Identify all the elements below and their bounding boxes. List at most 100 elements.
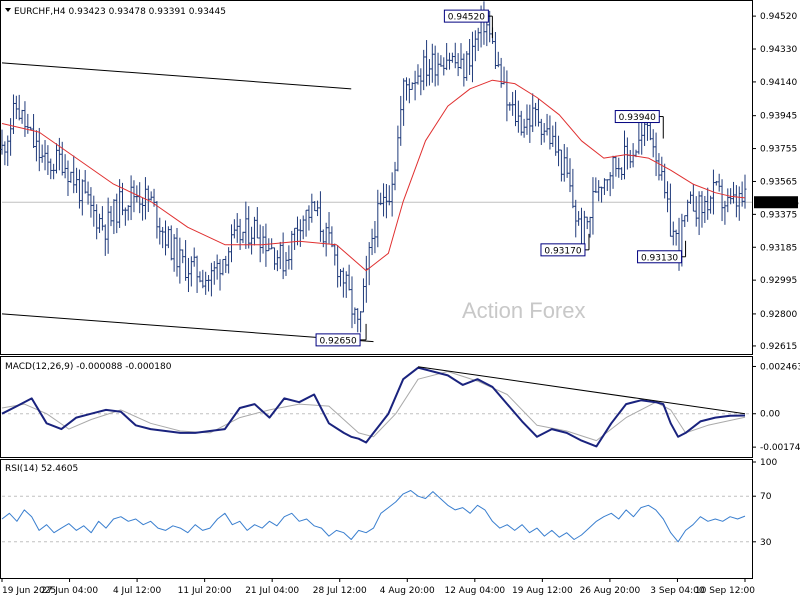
price-bar <box>172 234 176 272</box>
price-bar <box>651 129 655 158</box>
price-bar <box>726 188 730 213</box>
price-layer: 0.94520 0.93940 0.93170 0.93130 0.92650 <box>0 1 752 347</box>
price-bar <box>568 158 572 193</box>
price-bar <box>611 155 615 189</box>
rsi-line <box>1 490 746 543</box>
price-bar <box>410 82 414 90</box>
price-bar <box>336 245 340 288</box>
price-bar <box>734 185 738 218</box>
price-bar <box>198 271 202 283</box>
price-bar <box>548 115 552 150</box>
price-bar <box>169 225 173 261</box>
price-bar <box>221 258 225 276</box>
price-bar <box>290 230 294 270</box>
annotation-label: 0.92650 <box>319 336 356 346</box>
price-bar <box>373 221 377 254</box>
price-bar <box>703 195 707 224</box>
price-bar <box>333 243 337 266</box>
price-bar <box>582 210 586 248</box>
price-bar <box>600 186 604 203</box>
price-bar <box>706 187 710 220</box>
price-bar <box>224 255 228 273</box>
price-bar <box>465 51 469 81</box>
price-axis-tick-label: 0.93565 <box>760 177 797 187</box>
macd-axis-tick-label: 0.00 <box>760 410 780 420</box>
price-bar <box>98 213 102 233</box>
dropdown-arrow-icon[interactable] <box>5 8 11 12</box>
price-bar <box>379 192 383 206</box>
price-bar <box>399 95 403 146</box>
price-bar <box>620 167 624 180</box>
price-bar <box>232 219 236 239</box>
price-bar <box>439 55 443 67</box>
price-bar <box>353 307 357 325</box>
price-bar <box>52 163 56 180</box>
price-bar <box>476 27 480 52</box>
price-bar <box>26 113 30 134</box>
price-bar <box>628 150 632 169</box>
price-bar <box>442 57 446 76</box>
price-bar <box>614 155 618 177</box>
x-axis-label: 26 Aug 20:00 <box>580 586 641 596</box>
price-bar <box>123 207 127 226</box>
price-bar <box>559 149 563 182</box>
price-bar <box>238 218 242 250</box>
price-bar <box>11 94 15 134</box>
price-bar <box>660 156 664 181</box>
price-bar <box>433 45 437 87</box>
price-annotation: 0.92650 <box>315 323 367 347</box>
rsi-axis-tick-label: 100 <box>760 458 777 468</box>
price-bar <box>344 271 348 298</box>
x-axis-label: 28 Jul 12:00 <box>313 586 367 596</box>
price-bar <box>287 245 291 270</box>
price-bar <box>516 100 520 133</box>
annotation-label: 0.93170 <box>544 246 581 256</box>
price-bar <box>605 179 609 191</box>
price-bar <box>112 199 116 235</box>
x-axis-label: 4 Jul 12:00 <box>113 586 162 596</box>
price-bar <box>3 141 7 166</box>
watermark: Action Forex <box>462 298 586 323</box>
price-bar <box>697 191 701 236</box>
price-axis-tick-label: 0.94140 <box>760 78 797 88</box>
x-axis-label: 4 Aug 20:00 <box>380 586 435 596</box>
price-bar <box>252 216 256 246</box>
price-bar <box>186 257 190 293</box>
price-bar <box>430 43 434 83</box>
price-bar <box>275 250 279 272</box>
price-bar <box>304 209 308 237</box>
price-bar <box>149 191 153 201</box>
price-bar <box>720 179 724 222</box>
price-bar <box>384 183 388 219</box>
price-bar <box>691 183 695 212</box>
price-bar <box>562 144 566 182</box>
price-axis-tick-label: 0.92615 <box>760 342 797 352</box>
price-bar <box>525 104 529 135</box>
price-bar <box>554 121 558 156</box>
price-bar <box>743 174 747 209</box>
x-axis-label: 19 Aug 12:00 <box>512 586 573 596</box>
price-axis-tick-label: 0.93945 <box>760 112 797 122</box>
price-bar <box>301 215 305 240</box>
price-bar <box>250 226 254 255</box>
price-axis-tick-label: 0.92995 <box>760 276 797 286</box>
x-axis-label: 12 Aug 04:00 <box>444 586 505 596</box>
price-bar <box>327 212 331 244</box>
price-bar <box>528 104 532 143</box>
price-bar <box>640 122 644 155</box>
price-bar <box>9 118 13 156</box>
price-bar <box>519 110 523 136</box>
price-bar <box>436 52 440 86</box>
price-bar <box>261 226 265 254</box>
rsi-layer <box>1 490 752 543</box>
annotation-label: 0.93130 <box>641 253 678 263</box>
price-bar <box>508 102 512 111</box>
price-bar <box>229 224 233 263</box>
price-bar <box>557 135 561 167</box>
price-bar <box>737 186 741 221</box>
price-bar <box>364 255 368 303</box>
price-bar <box>212 261 216 285</box>
chart-title: EURCHF,H4 0.93423 0.93478 0.93391 0.9344… <box>14 7 226 17</box>
price-bar <box>404 77 408 101</box>
price-bar <box>686 199 690 222</box>
